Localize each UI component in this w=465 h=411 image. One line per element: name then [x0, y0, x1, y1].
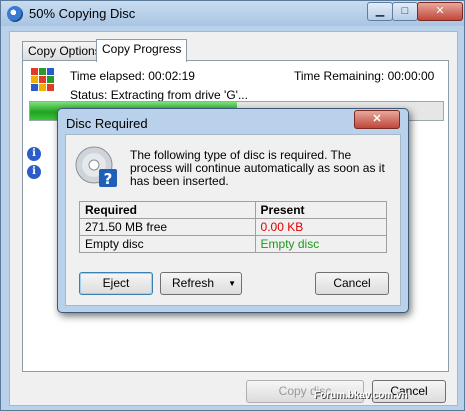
eject-button[interactable]: Eject [79, 272, 153, 295]
tab-copy-progress[interactable]: Copy Progress [96, 39, 188, 62]
refresh-button-label: Refresh [172, 276, 215, 290]
tab-copy-options[interactable]: Copy Options [22, 41, 107, 61]
column-header-present: Present [254, 201, 388, 219]
present-cell: 0.00 KB [254, 218, 388, 236]
dialog-title: Disc Required [66, 116, 148, 131]
required-cell: Empty disc [79, 235, 256, 253]
requirements-table: Required Present 271.50 MB free 0.00 KB … [79, 201, 388, 253]
disc-question-icon: ? [75, 146, 117, 188]
dialog-client: ? The following type of disc is required… [65, 134, 401, 306]
disc-app-icon [7, 6, 23, 22]
time-remaining: Time Remaining: 00:00:00 [294, 69, 435, 83]
app-logo-icon [31, 68, 55, 92]
refresh-button[interactable]: Refresh ▼ [160, 272, 242, 295]
column-header-required: Required [79, 201, 256, 219]
dialog-message: The following type of disc is required. … [130, 148, 385, 188]
window-title: 50% Copying Disc [29, 6, 136, 21]
minimize-button[interactable]: ▁ [367, 2, 393, 21]
time-elapsed: Time elapsed: 00:02:19 [70, 69, 195, 83]
main-window: 50% Copying Disc ▁ □ ✕ Copy Options Copy… [0, 0, 465, 411]
required-cell: 271.50 MB free [79, 218, 256, 236]
status-text: Status: Extracting from drive 'G'... [70, 88, 248, 102]
svg-text:?: ? [104, 170, 113, 188]
info-icon: i [27, 147, 41, 161]
disc-required-dialog: Disc Required ✕ ? The following type of … [57, 108, 409, 313]
maximize-button[interactable]: □ [392, 2, 418, 21]
title-bar: 50% Copying Disc ▁ □ ✕ [1, 1, 464, 26]
table-row: 271.50 MB free 0.00 KB [79, 218, 388, 236]
dialog-cancel-button[interactable]: Cancel [315, 272, 389, 295]
table-row: Empty disc Empty disc [79, 235, 388, 253]
dialog-close-button[interactable]: ✕ [354, 110, 400, 129]
info-icon: i [27, 165, 41, 179]
watermark: Forum.bkav.com.vn [314, 390, 408, 401]
dropdown-arrow-icon: ▼ [228, 279, 236, 288]
present-cell: Empty disc [254, 235, 388, 253]
close-button[interactable]: ✕ [417, 2, 463, 21]
